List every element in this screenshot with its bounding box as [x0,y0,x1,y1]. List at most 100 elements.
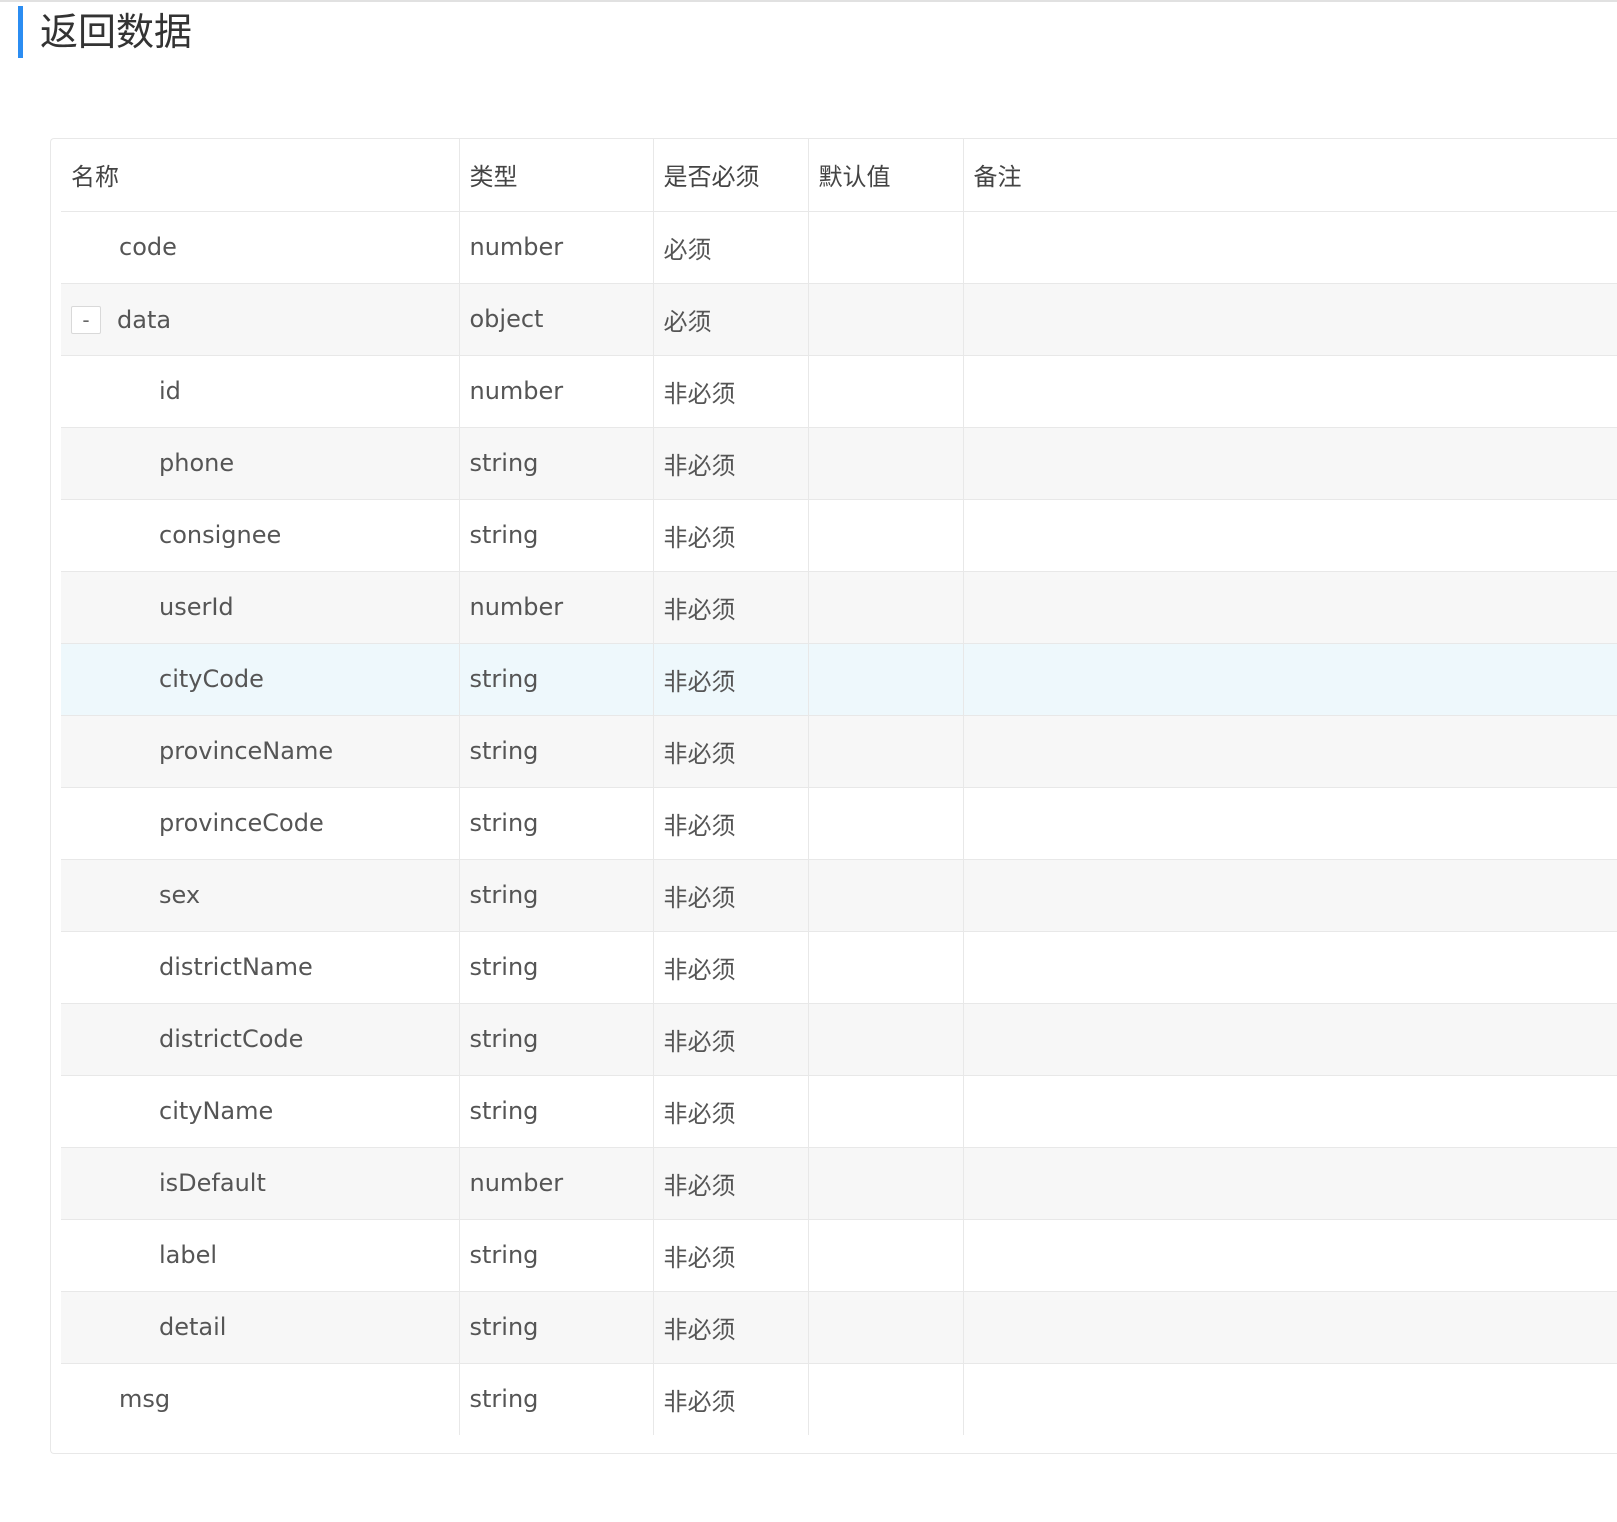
header-default: 默认值 [808,139,964,212]
table-row: phone string 非必须 [61,427,1617,500]
cell-name: sex [61,859,460,932]
cell-required: 非必须 [653,499,809,572]
cell-default [808,1363,964,1435]
field-name: isDefault [159,1169,266,1197]
field-name: id [159,377,181,405]
table-row: label string 非必须 [61,1219,1617,1292]
cell-name: cityName [61,1075,460,1148]
title-accent-bar [18,6,23,58]
cell-type: string [459,1291,654,1364]
cell-default [808,859,964,932]
cell-remark [963,715,1617,788]
table-body: code number 必须 - data object 必须 id number 非必须 phon… [61,211,1617,1435]
cell-name: consignee [61,499,460,572]
cell-type: string [459,1075,654,1148]
cell-remark [963,1147,1617,1220]
cell-name: - data [61,283,460,356]
cell-default [808,1147,964,1220]
table-row: cityCode string 非必须 [61,643,1617,716]
cell-remark [963,859,1617,932]
field-name: data [117,305,172,334]
cell-name: cityCode [61,643,460,716]
header-remark: 备注 [963,139,1617,212]
top-divider [0,0,1617,2]
cell-remark [963,1075,1617,1148]
table-row: userId number 非必须 [61,571,1617,644]
cell-remark [963,787,1617,860]
table-row: id number 非必须 [61,355,1617,428]
table-row: districtCode string 非必须 [61,1003,1617,1076]
table-header-row: 名称 类型 是否必须 默认值 备注 [61,139,1617,212]
cell-type: number [459,1147,654,1220]
cell-default [808,787,964,860]
cell-type: number [459,571,654,644]
cell-type: number [459,211,654,284]
cell-type: string [459,643,654,716]
field-name: provinceCode [159,809,324,837]
field-name: userId [159,593,234,621]
cell-required: 非必须 [653,1291,809,1364]
response-data-table-container: 名称 类型 是否必须 默认值 备注 code number 必须 - data objec… [50,138,1617,1454]
cell-name: label [61,1219,460,1292]
cell-default [808,355,964,428]
cell-required: 非必须 [653,1075,809,1148]
cell-required: 非必须 [653,715,809,788]
field-name: code [119,233,177,261]
cell-default [808,1219,964,1292]
collapse-row-button[interactable]: - [71,305,101,334]
field-name: districtCode [159,1025,304,1053]
cell-default [808,643,964,716]
cell-default [808,571,964,644]
cell-required: 必须 [653,283,809,356]
cell-required: 非必须 [653,931,809,1004]
cell-type: object [459,283,654,356]
cell-default [808,931,964,1004]
cell-default [808,499,964,572]
cell-required: 非必须 [653,355,809,428]
section-title: 返回数据 [40,10,193,54]
cell-default [808,1075,964,1148]
cell-type: number [459,355,654,428]
table-row: consignee string 非必须 [61,499,1617,572]
cell-remark [963,1363,1617,1435]
cell-type: string [459,859,654,932]
table-row: code number 必须 [61,211,1617,284]
cell-name: detail [61,1291,460,1364]
cell-required: 非必须 [653,1003,809,1076]
cell-remark [963,211,1617,284]
cell-remark [963,499,1617,572]
cell-type: string [459,787,654,860]
field-name: label [159,1241,218,1269]
cell-type: string [459,1363,654,1435]
table-row: detail string 非必须 [61,1291,1617,1364]
table-row: cityName string 非必须 [61,1075,1617,1148]
cell-name: districtCode [61,1003,460,1076]
cell-remark [963,1219,1617,1292]
cell-required: 非必须 [653,643,809,716]
cell-default [808,1003,964,1076]
cell-name: code [61,211,460,284]
cell-name: msg [61,1363,460,1435]
field-name: districtName [159,953,313,981]
response-data-table: 名称 类型 是否必须 默认值 备注 code number 必须 - data objec… [61,139,1617,1435]
cell-required: 非必须 [653,787,809,860]
cell-default [808,715,964,788]
table-row: isDefault number 非必须 [61,1147,1617,1220]
cell-remark [963,571,1617,644]
cell-remark [963,643,1617,716]
field-name: cityName [159,1097,274,1125]
cell-name: provinceCode [61,787,460,860]
cell-name: districtName [61,931,460,1004]
cell-default [808,1291,964,1364]
field-name: detail [159,1313,227,1341]
cell-name: id [61,355,460,428]
cell-remark [963,355,1617,428]
cell-name: phone [61,427,460,500]
table-row: - data object 必须 [61,283,1617,356]
cell-remark [963,283,1617,356]
table-row: provinceName string 非必须 [61,715,1617,788]
field-name: sex [159,881,201,909]
table-row: districtName string 非必须 [61,931,1617,1004]
cell-required: 非必须 [653,1363,809,1435]
cell-type: string [459,1219,654,1292]
